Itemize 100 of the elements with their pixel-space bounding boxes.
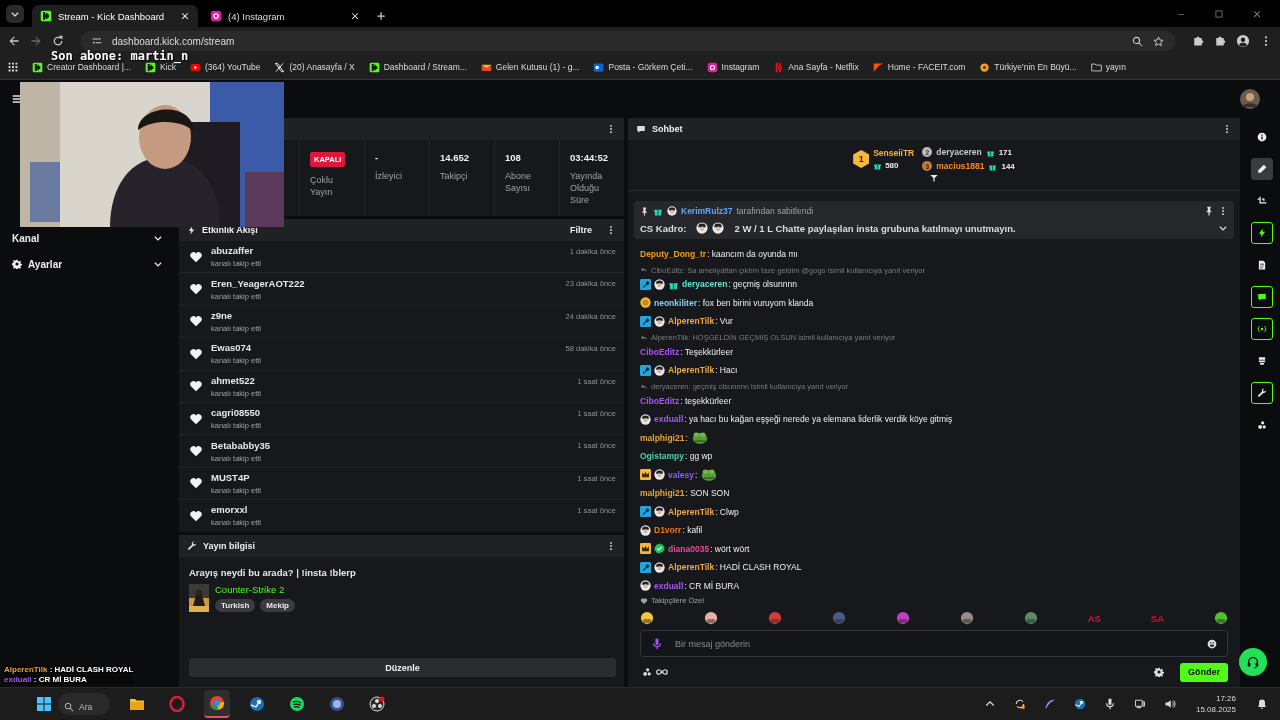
chat-username[interactable]: diana0035 bbox=[668, 543, 710, 554]
tool-button[interactable] bbox=[1251, 286, 1273, 308]
expand-icon[interactable] bbox=[1218, 223, 1228, 233]
chat-username[interactable]: D1vorr bbox=[654, 525, 682, 535]
sync-tray-icon[interactable] bbox=[1013, 698, 1026, 710]
opera-icon[interactable] bbox=[169, 696, 185, 712]
filter-button[interactable]: Filtre bbox=[562, 225, 600, 235]
bookmark[interactable]: Ana Sayfa - Netflix bbox=[773, 61, 859, 73]
tool-button[interactable] bbox=[1251, 318, 1273, 340]
emote-icon[interactable] bbox=[959, 611, 974, 625]
bookmark[interactable]: Instagram bbox=[706, 61, 760, 73]
bookmark[interactable]: yayın bbox=[1090, 61, 1126, 73]
chat-username[interactable]: AlperenTilk bbox=[668, 365, 715, 375]
chat-username[interactable]: AlperenTilk bbox=[668, 506, 715, 517]
settings-icon[interactable] bbox=[1154, 667, 1164, 677]
bolt-icon[interactable] bbox=[1257, 228, 1267, 238]
bookmark[interactable]: Posta - Görkem Çeti... bbox=[593, 61, 693, 73]
profile-icon[interactable] bbox=[1236, 34, 1250, 48]
obs-icon[interactable] bbox=[369, 696, 385, 712]
chat-icon[interactable] bbox=[1257, 292, 1267, 302]
apps-icon[interactable] bbox=[8, 62, 18, 72]
chat-username[interactable]: Deputy_Dong_tr bbox=[640, 248, 707, 259]
dots-icon[interactable] bbox=[1257, 420, 1267, 430]
chat-username[interactable]: CiboEditz bbox=[640, 395, 680, 406]
document-icon[interactable] bbox=[1257, 260, 1267, 270]
support-button[interactable] bbox=[1239, 648, 1267, 676]
emoji-icon[interactable] bbox=[1207, 638, 1217, 649]
bookmark[interactable]: (364) YouTube bbox=[190, 61, 261, 73]
close-icon[interactable] bbox=[180, 11, 190, 21]
sidebar-item[interactable]: Kanal bbox=[12, 229, 163, 247]
mic-tray-icon[interactable] bbox=[1103, 698, 1116, 710]
infinity-icon[interactable] bbox=[656, 666, 668, 678]
back-icon[interactable] bbox=[8, 35, 20, 47]
network-tray-icon[interactable] bbox=[1133, 698, 1146, 710]
dots-icon[interactable] bbox=[642, 667, 652, 677]
search-field[interactable]: Ara bbox=[58, 693, 110, 715]
bookmark[interactable]: Home - FACEIT.com bbox=[872, 61, 966, 73]
game-link[interactable]: Counter-Strike 2 bbox=[215, 584, 295, 595]
tag[interactable]: Turkish bbox=[215, 599, 256, 612]
site-settings-icon[interactable] bbox=[92, 36, 102, 46]
steam-tray-icon[interactable] bbox=[1073, 698, 1086, 710]
microphone-icon[interactable] bbox=[651, 637, 663, 650]
send-button[interactable]: Gönder bbox=[1180, 662, 1228, 682]
chat-username[interactable]: Ogistampy bbox=[640, 451, 684, 461]
tab-search-button[interactable] bbox=[6, 5, 24, 23]
bookmark[interactable]: Kick bbox=[144, 61, 176, 73]
reload-icon[interactable] bbox=[52, 35, 64, 47]
bookmark[interactable]: Gelen Kutusu (1) - g... bbox=[480, 61, 580, 73]
files-icon[interactable] bbox=[129, 696, 145, 712]
wrench-icon[interactable] bbox=[1257, 388, 1267, 398]
extensions-icon[interactable] bbox=[1214, 35, 1226, 47]
notification-icon[interactable] bbox=[1256, 698, 1268, 710]
chat-username[interactable]: AlperenTilk bbox=[668, 316, 715, 326]
tool-button[interactable] bbox=[1251, 158, 1273, 180]
address-bar[interactable]: dashboard.kick.com/stream bbox=[80, 31, 1176, 51]
app-icon[interactable] bbox=[329, 696, 345, 712]
emote-icon[interactable] bbox=[640, 611, 654, 625]
bookmark[interactable]: (20) Anasayfa / X bbox=[274, 61, 355, 73]
new-tab-icon[interactable] bbox=[376, 11, 386, 21]
emote-icon[interactable] bbox=[703, 611, 718, 625]
chat-username[interactable]: exduall bbox=[654, 414, 684, 424]
spotify-icon[interactable] bbox=[289, 696, 305, 712]
unpin-icon[interactable] bbox=[1204, 206, 1214, 216]
tool-button[interactable] bbox=[1251, 222, 1273, 244]
bookmark[interactable]: Creator Dashboard |... bbox=[32, 61, 131, 73]
crop-icon[interactable] bbox=[1257, 196, 1267, 206]
message-box[interactable]: Bir mesaj gönderin bbox=[640, 630, 1228, 657]
pinned-by-user[interactable]: KerimRulz37 bbox=[681, 206, 733, 216]
feather-tray-icon[interactable] bbox=[1043, 698, 1056, 710]
chat-username[interactable]: deryaceren bbox=[682, 279, 728, 289]
edit-button[interactable]: Düzenle bbox=[189, 658, 616, 677]
steam-icon[interactable] bbox=[249, 696, 265, 712]
start-icon[interactable] bbox=[36, 696, 52, 712]
tag[interactable]: Mekip bbox=[260, 599, 295, 612]
chrome-icon[interactable] bbox=[209, 695, 225, 711]
zoom-icon[interactable] bbox=[1132, 35, 1143, 47]
extension-icon[interactable] bbox=[1192, 35, 1204, 47]
close-icon[interactable] bbox=[350, 11, 360, 21]
taskbar-button[interactable] bbox=[204, 690, 230, 718]
forward-icon[interactable] bbox=[30, 35, 42, 47]
broadcast-icon[interactable] bbox=[1257, 324, 1267, 334]
layers-icon[interactable] bbox=[1257, 356, 1267, 366]
chat-username[interactable]: exduall bbox=[654, 580, 684, 591]
chat-username[interactable]: malphigi21 bbox=[640, 432, 685, 443]
bookmark-star-icon[interactable] bbox=[1153, 35, 1164, 47]
browser-tab[interactable]: (4) Instagram bbox=[202, 5, 368, 27]
volume-tray-icon[interactable] bbox=[1163, 698, 1176, 710]
collapse-icon[interactable] bbox=[929, 173, 939, 183]
info-icon[interactable] bbox=[1257, 132, 1267, 142]
chat-username[interactable]: CiboEditz bbox=[640, 346, 680, 357]
chat-username[interactable]: neonkiliter bbox=[654, 297, 697, 308]
browser-tab[interactable]: Stream - Kick Dashboard bbox=[32, 5, 198, 27]
tool-button[interactable] bbox=[1251, 382, 1273, 404]
message-input[interactable]: Bir mesaj gönderin bbox=[673, 637, 1197, 650]
emote-icon[interactable] bbox=[1214, 611, 1228, 625]
bookmark[interactable]: Dashboard / Stream... bbox=[368, 61, 467, 73]
sidebar-item[interactable]: Ayarlar bbox=[12, 255, 163, 273]
chat-username[interactable]: malphigi21 bbox=[640, 488, 685, 498]
chat-username[interactable]: valesy bbox=[668, 469, 694, 480]
emote-icon[interactable] bbox=[1023, 611, 1038, 625]
